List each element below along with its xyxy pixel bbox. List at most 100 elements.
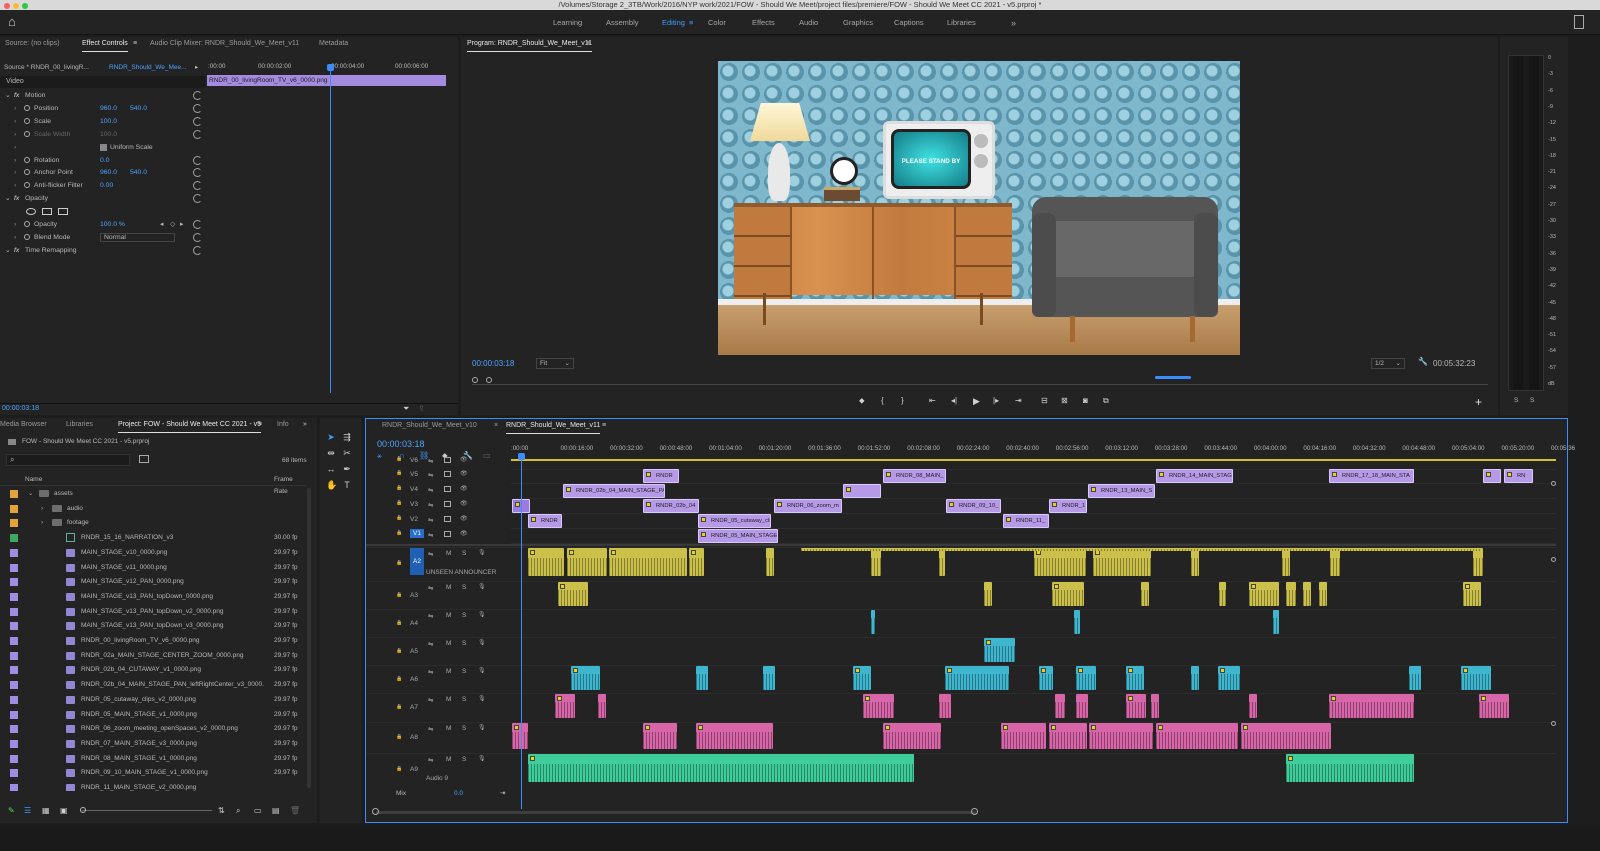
sync-lock-icon[interactable]: ⇋ (428, 516, 433, 524)
tab-media-browser[interactable]: Media Browser (0, 418, 47, 432)
razor-tool-icon[interactable]: ✂ (342, 448, 352, 458)
toggle-output-icon[interactable] (444, 531, 451, 537)
ec-source-label[interactable]: Source * RNDR_00_livingR... (4, 62, 89, 74)
label-color-swatch[interactable] (10, 784, 18, 791)
audio-clip[interactable] (696, 723, 773, 749)
property-value[interactable]: 100.0 (100, 115, 117, 128)
audio-clip[interactable] (1218, 666, 1240, 690)
audio-clip[interactable] (1156, 723, 1238, 749)
audio-clip[interactable] (1329, 694, 1414, 718)
track-lock-icon[interactable]: 🔒 (396, 530, 402, 536)
track-lock-icon[interactable]: 🔒 (396, 648, 402, 654)
track-lock-icon[interactable]: 🔒 (396, 470, 402, 476)
solo-button[interactable]: S (462, 725, 466, 732)
ec-playhead-handle[interactable] (327, 64, 334, 71)
program-timecode[interactable]: 00:00:03:18 (472, 359, 514, 368)
video-clip[interactable]: RNDR_14_MAIN_STAGE (1156, 469, 1233, 483)
property-value[interactable]: 540.0 (130, 102, 147, 115)
tab-source[interactable]: Source: (no clips) (5, 37, 59, 51)
audio-clip[interactable] (1286, 582, 1296, 606)
audio-clip[interactable] (1409, 666, 1421, 690)
audio-clip[interactable] (1191, 666, 1199, 690)
fx-icon[interactable]: fx (14, 244, 19, 257)
extract-icon[interactable]: ⊠ (1061, 396, 1068, 406)
sync-lock-icon[interactable]: ⇋ (428, 471, 433, 479)
stopwatch-icon[interactable] (24, 182, 30, 189)
step-forward-icon[interactable]: |▸ (993, 396, 999, 406)
audio-clip[interactable] (555, 694, 575, 718)
audio-clip[interactable] (1034, 548, 1086, 576)
track-lock-icon[interactable]: 🔒 (396, 515, 402, 521)
audio-clip[interactable] (609, 548, 687, 576)
ellipse-mask-icon[interactable] (26, 208, 36, 216)
timeline-playhead[interactable] (521, 453, 522, 809)
microphone-icon[interactable]: 🎙 (478, 667, 486, 674)
solo-button[interactable]: S (462, 584, 466, 591)
scrub-end-handle[interactable] (486, 377, 492, 383)
hand-tool-icon[interactable]: ✋ (326, 480, 337, 490)
mute-button[interactable]: M (446, 696, 451, 703)
audio-clip[interactable] (1473, 548, 1483, 576)
workspace-audio[interactable]: Audio (799, 18, 818, 27)
microphone-icon[interactable]: 🎙 (478, 611, 486, 618)
video-clip[interactable]: RNDR_1 (1049, 499, 1087, 513)
project-item[interactable]: › audio (0, 501, 305, 516)
mute-button[interactable]: M (446, 584, 451, 591)
audio-clip[interactable] (1052, 582, 1084, 606)
sync-lock-icon[interactable]: ⇋ (428, 531, 433, 539)
mute-button[interactable]: M (446, 756, 451, 763)
program-playhead[interactable] (1155, 376, 1191, 379)
microphone-icon[interactable]: 🎙 (478, 724, 486, 731)
ec-export-icon[interactable]: ⇪ (418, 404, 425, 413)
audio-clip[interactable] (1089, 723, 1153, 749)
audio-clip[interactable] (984, 582, 992, 606)
audio-clip[interactable] (1461, 666, 1491, 690)
reset-icon[interactable] (193, 129, 202, 139)
scroll-right-handle[interactable] (971, 808, 978, 815)
mute-button[interactable]: M (446, 550, 451, 557)
project-item[interactable]: RNDR_02b_04_MAIN_STAGE_PAN_leftRightCent… (0, 677, 305, 692)
property-value[interactable]: 960.0 (100, 166, 117, 179)
program-menu-icon[interactable]: ≡ (586, 37, 590, 51)
mix-go-end-icon[interactable]: ⇥ (500, 789, 505, 797)
video-clip[interactable]: RNDR (528, 514, 562, 528)
ec-playhead[interactable] (330, 67, 331, 393)
button-editor-icon[interactable]: + (1475, 395, 1482, 409)
solo-left-button[interactable]: S (1514, 397, 1518, 404)
audio-clip[interactable] (1282, 548, 1290, 576)
icon-view-icon[interactable]: ▦ (42, 806, 50, 816)
microphone-icon[interactable]: 🎙 (478, 695, 486, 702)
track-name[interactable]: V1 (410, 529, 424, 538)
reset-icon[interactable] (193, 194, 202, 204)
toggle-output-icon[interactable] (444, 486, 451, 492)
stopwatch-icon[interactable] (24, 117, 30, 124)
property-value[interactable]: 960.0 (100, 102, 117, 115)
audio-clip[interactable] (1126, 666, 1144, 690)
property-value[interactable]: 0.00 (100, 179, 113, 192)
reset-icon[interactable] (193, 232, 202, 242)
audio-clip[interactable] (984, 638, 1015, 662)
track-lock-icon[interactable]: 🔒 (396, 485, 402, 491)
tab-libraries[interactable]: Libraries (66, 418, 93, 432)
video-clip[interactable]: RNDR_13_MAIN_S (1088, 484, 1155, 498)
ec-clip-bar[interactable]: RNDR_00_livingRoom_TV_v6_0000.png (207, 75, 446, 86)
play-icon[interactable]: ▶ (973, 396, 980, 406)
audio-clip[interactable] (883, 723, 941, 749)
blend-mode-select[interactable]: Normal (100, 232, 175, 242)
workspace-effects[interactable]: Effects (752, 18, 775, 27)
track-name[interactable]: V3 (410, 501, 418, 508)
eye-icon[interactable]: 👁 (460, 515, 468, 522)
expand-arrow-icon[interactable]: › (14, 231, 16, 244)
expand-arrow-icon[interactable]: ⌄ (5, 192, 11, 205)
compare-view-icon[interactable]: ⧉ (1103, 396, 1109, 406)
project-item[interactable]: MAIN_STAGE_v10_0000.png 29.97 fp (0, 545, 305, 560)
project-item[interactable]: MAIN_STAGE_v11_0000.png 29.97 fp (0, 560, 305, 575)
solo-button[interactable]: S (462, 550, 466, 557)
zoom-slider[interactable] (82, 810, 212, 811)
property-value[interactable]: 540.0 (130, 166, 147, 179)
workspace-editing[interactable]: Editing (662, 18, 685, 27)
track-name[interactable]: V6 (410, 457, 418, 464)
expand-arrow-icon[interactable]: › (41, 501, 43, 516)
audio-clip[interactable] (801, 548, 1481, 551)
video-clip[interactable]: RNDR_02b_04_MAIN_STAGE_PA (563, 484, 665, 498)
